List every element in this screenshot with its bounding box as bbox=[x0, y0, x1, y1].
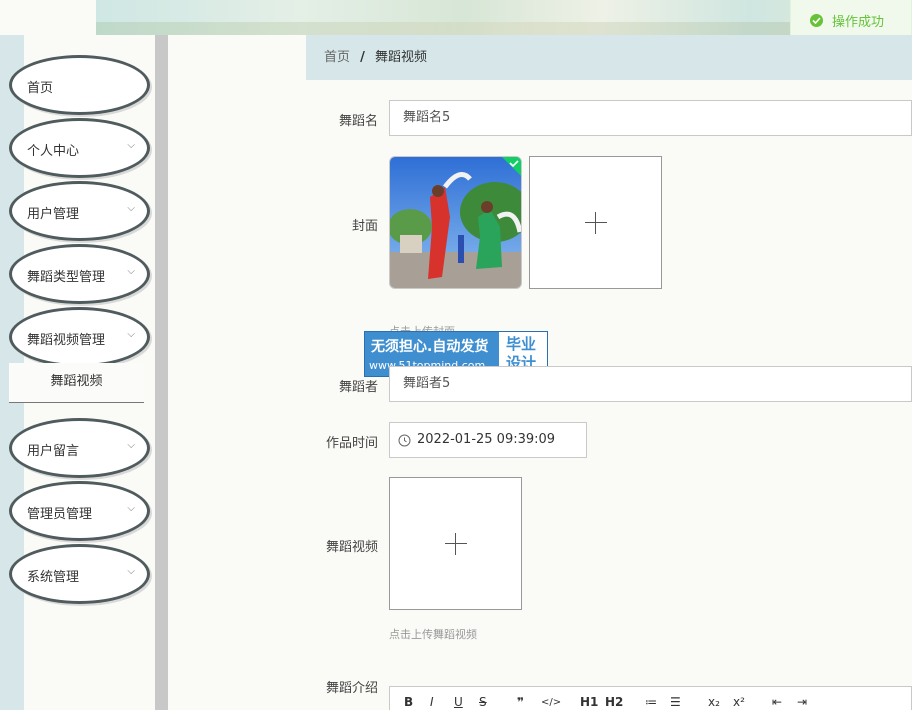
sidebar-item-label: 舞蹈视频管理 bbox=[27, 333, 106, 348]
plus-icon bbox=[584, 211, 607, 234]
bold-button[interactable]: B bbox=[404, 695, 413, 709]
dance-video-label: 舞蹈视频 bbox=[325, 540, 378, 555]
dancer-input[interactable]: 舞蹈者5 bbox=[389, 366, 912, 402]
chevron-down-icon: ⌵ bbox=[127, 440, 135, 451]
superscript-button[interactable]: x² bbox=[733, 695, 745, 709]
strikethrough-button[interactable]: S bbox=[479, 695, 487, 709]
work-time-value: 2022-01-25 09:39:09 bbox=[417, 432, 556, 447]
video-upload-button[interactable] bbox=[389, 477, 522, 610]
cover-thumbnail[interactable] bbox=[389, 156, 522, 289]
success-toast: 操作成功 bbox=[790, 0, 912, 40]
sidebar-divider bbox=[155, 35, 168, 710]
check-circle-icon bbox=[810, 14, 823, 27]
toast-message: 操作成功 bbox=[832, 15, 885, 30]
clock-icon bbox=[398, 434, 411, 447]
sidebar-item-label: 舞蹈类型管理 bbox=[27, 270, 106, 285]
breadcrumb-separator: / bbox=[360, 50, 365, 65]
underline-button[interactable]: U bbox=[454, 695, 463, 709]
chevron-down-icon: ⌵ bbox=[127, 203, 135, 214]
subscript-button[interactable]: x₂ bbox=[708, 695, 720, 709]
dancer-label: 舞蹈者 bbox=[338, 380, 378, 395]
cover-upload-button[interactable] bbox=[529, 156, 662, 289]
cover-image bbox=[390, 157, 521, 288]
sidebar-item-system-management[interactable]: 系统管理 ⌵ bbox=[9, 544, 150, 604]
sidebar-item-user-management[interactable]: 用户管理 ⌵ bbox=[9, 181, 150, 241]
sidebar-item-label: 管理员管理 bbox=[27, 507, 93, 522]
work-time-label: 作品时间 bbox=[325, 436, 378, 451]
rich-text-editor[interactable]: B I U S ❞ </> H1 H2 ≔ ☰ x₂ x² ⇤ ⇥ bbox=[389, 686, 912, 710]
video-upload-tip: 点击上传舞蹈视频 bbox=[389, 628, 477, 641]
sidebar-item-label: 系统管理 bbox=[27, 570, 80, 585]
blockquote-button[interactable]: ❞ bbox=[517, 695, 524, 709]
code-block-button[interactable]: </> bbox=[541, 697, 561, 708]
indent-button[interactable]: ⇥ bbox=[797, 695, 807, 709]
sidebar-item-user-messages[interactable]: 用户留言 ⌵ bbox=[9, 418, 150, 478]
sidebar-menu: 首页 个人中心 ⌵ 用户管理 ⌵ 舞蹈类型管理 ⌵ 舞蹈视频管理 ⌵ 舞蹈视频 … bbox=[0, 35, 155, 710]
sidebar-item-admin-management[interactable]: 管理员管理 ⌵ bbox=[9, 481, 150, 541]
heading1-button[interactable]: H1 bbox=[580, 695, 598, 709]
watermark-slogan: 无须担心.自动发货 bbox=[371, 339, 489, 355]
chevron-down-icon: ⌵ bbox=[127, 266, 135, 277]
dance-name-input[interactable]: 舞蹈名5 bbox=[389, 100, 912, 136]
chevron-down-icon: ⌵ bbox=[127, 140, 135, 151]
chevron-up-icon: ⌵ bbox=[127, 329, 135, 340]
watermark-logo-line1: 毕业 bbox=[506, 335, 537, 353]
sidebar-item-dance-type-management[interactable]: 舞蹈类型管理 ⌵ bbox=[9, 244, 150, 304]
sidebar-item-label: 用户管理 bbox=[27, 207, 80, 222]
sidebar-item-label: 用户留言 bbox=[27, 444, 80, 459]
sidebar-subitem-dance-video[interactable]: 舞蹈视频 bbox=[9, 363, 144, 403]
dance-intro-label: 舞蹈介绍 bbox=[325, 681, 378, 696]
heading2-button[interactable]: H2 bbox=[605, 695, 623, 709]
plus-icon bbox=[444, 532, 467, 555]
work-time-picker[interactable]: 2022-01-25 09:39:09 bbox=[389, 422, 587, 458]
ordered-list-button[interactable]: ≔ bbox=[645, 695, 657, 709]
bullet-list-button[interactable]: ☰ bbox=[670, 695, 681, 709]
sidebar-item-dance-video-management[interactable]: 舞蹈视频管理 ⌵ bbox=[9, 307, 150, 367]
breadcrumb-current: 舞蹈视频 bbox=[375, 50, 428, 65]
breadcrumb-home-link[interactable]: 首页 bbox=[324, 50, 350, 65]
sidebar-item-label: 个人中心 bbox=[27, 144, 80, 159]
chevron-down-icon: ⌵ bbox=[127, 503, 135, 514]
sidebar-item-personal-center[interactable]: 个人中心 ⌵ bbox=[9, 118, 150, 178]
sidebar-item-home[interactable]: 首页 bbox=[9, 55, 150, 115]
sidebar-item-label: 首页 bbox=[27, 81, 54, 96]
dance-name-label: 舞蹈名 bbox=[338, 114, 378, 129]
chevron-down-icon: ⌵ bbox=[127, 566, 135, 577]
breadcrumb: 首页 / 舞蹈视频 bbox=[306, 35, 912, 80]
italic-button[interactable]: I bbox=[430, 695, 434, 709]
outdent-button[interactable]: ⇤ bbox=[772, 695, 782, 709]
cover-label: 封面 bbox=[351, 219, 378, 234]
